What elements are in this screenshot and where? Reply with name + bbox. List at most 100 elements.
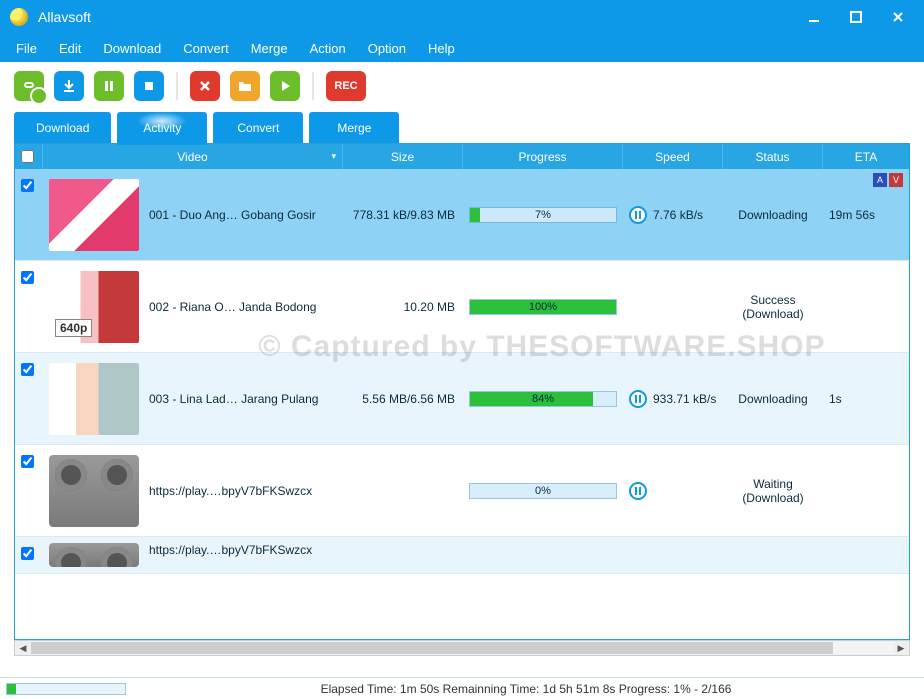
app-title: Allavsoft: [38, 9, 794, 25]
horizontal-scrollbar[interactable]: ◀ ▶: [14, 640, 910, 656]
row-checkbox[interactable]: [21, 455, 34, 468]
play-button[interactable]: [270, 71, 300, 101]
progress-bar: 7%: [469, 207, 617, 223]
row-video-cell: 003 - Lina Lad… Jarang Pulang: [43, 353, 343, 444]
row-progress-cell: 7%: [463, 169, 623, 260]
row-checkbox-cell: [15, 169, 43, 260]
tab-label: Merge: [337, 121, 371, 135]
progress-percent: 7%: [470, 208, 616, 222]
tab-convert[interactable]: Convert: [213, 112, 303, 143]
pause-icon[interactable]: [629, 482, 647, 500]
table-row[interactable]: https://play.…bpyV7bFKSwzcx: [15, 537, 909, 574]
header-speed[interactable]: Speed: [623, 144, 723, 169]
tab-download[interactable]: Download: [14, 112, 111, 143]
video-thumbnail: [49, 455, 139, 527]
tab-label: Activity: [143, 121, 181, 135]
row-eta: [823, 261, 909, 352]
speed-value: 933.71 kB/s: [653, 392, 716, 406]
video-title: https://play.…bpyV7bFKSwzcx: [149, 484, 312, 498]
row-checkbox-cell: [15, 353, 43, 444]
row-status: Downloading: [723, 353, 823, 444]
statusbar: Elapsed Time: 1m 50s Remainning Time: 1d…: [0, 677, 924, 699]
progress-bar: 84%: [469, 391, 617, 407]
row-speed-cell: [623, 537, 723, 573]
table-row[interactable]: 001 - Duo Ang… Gobang Gosir778.31 kB/9.8…: [15, 169, 909, 261]
row-eta: [823, 537, 909, 573]
menu-action[interactable]: Action: [300, 37, 356, 60]
row-video-cell: 001 - Duo Ang… Gobang Gosir: [43, 169, 343, 260]
row-speed-cell: [623, 261, 723, 352]
row-size: [343, 445, 463, 536]
pause-icon[interactable]: [629, 390, 647, 408]
download-button[interactable]: [54, 71, 84, 101]
header-eta[interactable]: ETA: [823, 144, 909, 169]
speed-value: 7.76 kB/s: [653, 208, 703, 222]
row-checkbox[interactable]: [21, 271, 34, 284]
tab-label: Convert: [237, 121, 279, 135]
row-checkbox[interactable]: [21, 179, 34, 192]
row-eta: 1s: [823, 353, 909, 444]
grid-body[interactable]: 001 - Duo Ang… Gobang Gosir778.31 kB/9.8…: [15, 169, 909, 639]
menu-download[interactable]: Download: [93, 37, 171, 60]
select-all-checkbox[interactable]: [21, 150, 34, 163]
video-title: 002 - Riana O… Janda Bodong: [149, 300, 316, 314]
maximize-button[interactable]: [836, 5, 876, 29]
row-checkbox-cell: [15, 445, 43, 536]
minimize-button[interactable]: [794, 5, 834, 29]
menu-help[interactable]: Help: [418, 37, 465, 60]
video-title: https://play.…bpyV7bFKSwzcx: [149, 543, 312, 557]
row-progress-cell: 100%: [463, 261, 623, 352]
stop-button[interactable]: [134, 71, 164, 101]
row-speed-cell: 7.76 kB/s: [623, 169, 723, 260]
window-controls: [794, 5, 918, 29]
scroll-track[interactable]: [31, 642, 893, 654]
progress-bar: 100%: [469, 299, 617, 315]
menu-merge[interactable]: Merge: [241, 37, 298, 60]
row-size: 5.56 MB/6.56 MB: [343, 353, 463, 444]
menu-convert[interactable]: Convert: [173, 37, 239, 60]
grid-header: Video▾ Size Progress Speed Status ETA: [15, 143, 909, 169]
scroll-left-icon[interactable]: ◀: [15, 641, 31, 655]
video-thumbnail: [49, 179, 139, 251]
progress-percent: 84%: [470, 392, 616, 406]
overall-progress-bar: [6, 683, 126, 695]
row-eta: [823, 445, 909, 536]
progress-bar: 0%: [469, 483, 617, 499]
delete-button[interactable]: [190, 71, 220, 101]
tab-activity[interactable]: Activity: [117, 112, 207, 143]
scroll-right-icon[interactable]: ▶: [893, 641, 909, 655]
menu-file[interactable]: File: [6, 37, 47, 60]
video-thumbnail: [49, 543, 139, 567]
row-video-cell: https://play.…bpyV7bFKSwzcx: [43, 445, 343, 536]
row-checkbox-cell: [15, 261, 43, 352]
header-progress[interactable]: Progress: [463, 144, 623, 169]
header-status[interactable]: Status: [723, 144, 823, 169]
row-checkbox[interactable]: [21, 363, 34, 376]
toolbar-separator: [312, 72, 314, 100]
app-icon: [10, 8, 28, 26]
row-size: 778.31 kB/9.83 MB: [343, 169, 463, 260]
row-checkbox[interactable]: [21, 547, 34, 560]
table-row[interactable]: https://play.…bpyV7bFKSwzcx0%Waiting (Do…: [15, 445, 909, 537]
close-button[interactable]: [878, 5, 918, 29]
record-button[interactable]: REC: [326, 71, 366, 101]
tab-merge[interactable]: Merge: [309, 112, 399, 143]
video-thumbnail: [49, 363, 139, 435]
pause-button[interactable]: [94, 71, 124, 101]
pause-icon[interactable]: [629, 206, 647, 224]
header-video[interactable]: Video▾: [43, 144, 343, 169]
video-thumbnail: 640p: [49, 271, 139, 343]
scroll-thumb[interactable]: [31, 642, 833, 654]
open-folder-button[interactable]: [230, 71, 260, 101]
row-size: 10.20 MB: [343, 261, 463, 352]
table-row[interactable]: 640p 002 - Riana O… Janda Bodong 10.20 MB 1…: [15, 261, 909, 353]
table-row[interactable]: 003 - Lina Lad… Jarang Pulang5.56 MB/6.5…: [15, 353, 909, 445]
download-grid: Video▾ Size Progress Speed Status ETA 00…: [14, 143, 910, 640]
row-progress-cell: 0%: [463, 445, 623, 536]
menu-edit[interactable]: Edit: [49, 37, 91, 60]
header-size[interactable]: Size: [343, 144, 463, 169]
overall-progress-fill: [7, 684, 16, 694]
stream-flag-a: A: [873, 173, 887, 187]
paste-url-button[interactable]: [14, 71, 44, 101]
menu-option[interactable]: Option: [358, 37, 416, 60]
